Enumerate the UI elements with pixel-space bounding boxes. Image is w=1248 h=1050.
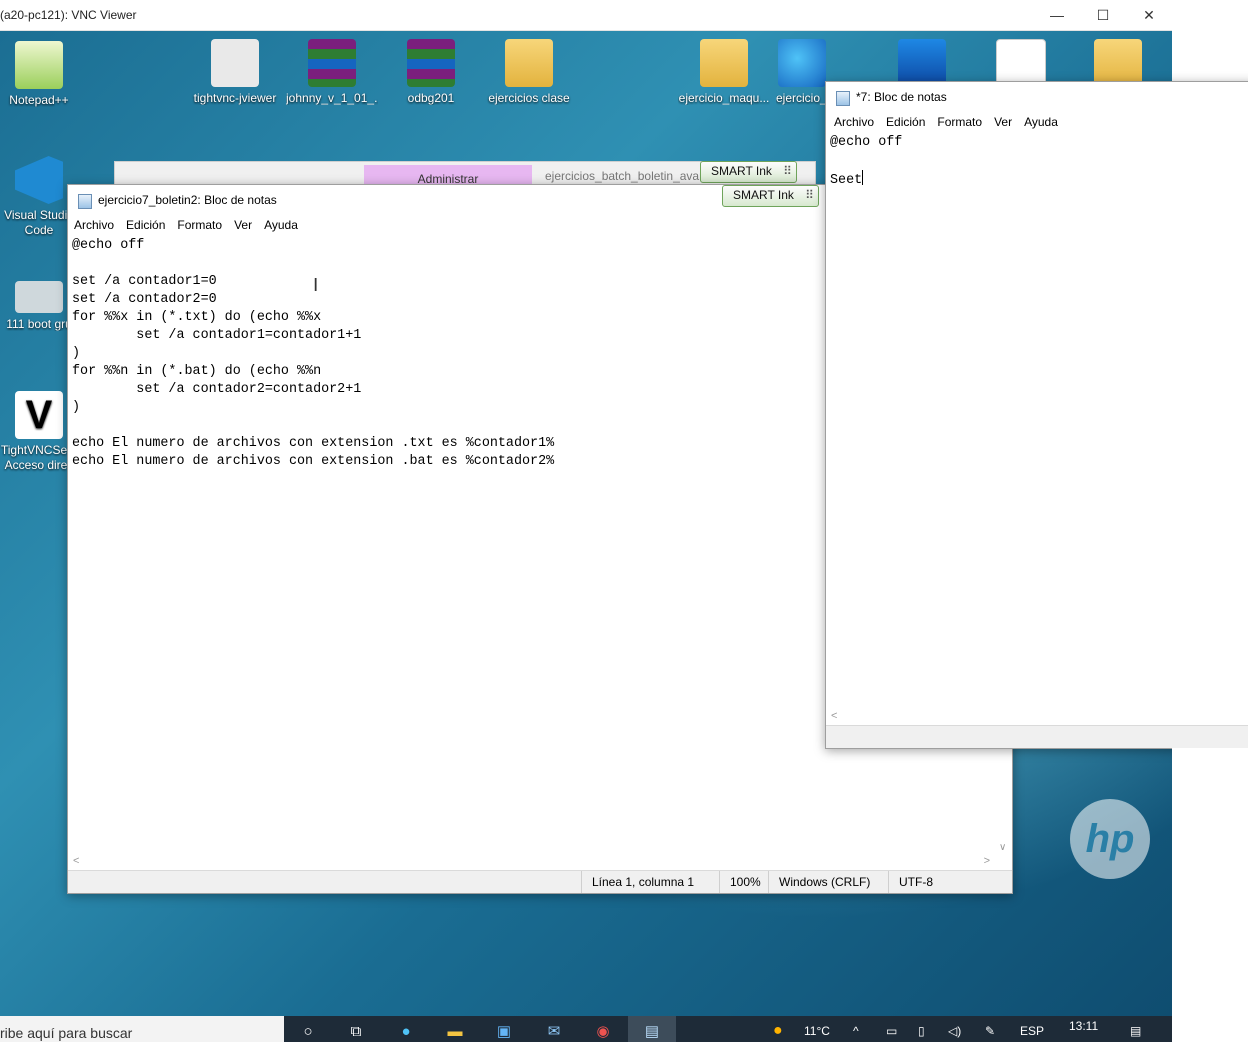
gear-icon xyxy=(15,281,63,313)
text-caret xyxy=(862,170,864,185)
pen-icon[interactable]: ✎ xyxy=(985,1016,995,1042)
notepad-second-status-bar xyxy=(826,725,1248,748)
folder-icon xyxy=(505,39,553,87)
desktop-icon-ejercicios-clase[interactable]: ejercicios clase xyxy=(483,39,575,105)
menu-edicion[interactable]: Edición xyxy=(880,112,931,132)
notepad-icon[interactable]: ▤ xyxy=(628,1016,676,1042)
desktop-icon-ejercicio[interactable]: ejercicio_ xyxy=(776,39,826,105)
maximize-button[interactable]: ☐ xyxy=(1080,0,1126,30)
minimize-button[interactable]: — xyxy=(1034,0,1080,30)
scroll-left-arrow-icon[interactable]: < xyxy=(73,855,79,867)
menu-edicion[interactable]: Edición xyxy=(120,215,171,235)
volume-icon[interactable]: ◁) xyxy=(948,1016,961,1042)
scroll-down-arrow-icon[interactable]: ∨ xyxy=(999,842,1006,853)
desktop-icon-tightvnc-jviewer[interactable]: tightvnc-jviewer xyxy=(189,39,281,105)
chevron-up-icon[interactable]: ^ xyxy=(853,1016,859,1042)
smart-ink-toolbar[interactable]: SMART Ink xyxy=(722,185,819,207)
task-view-icon[interactable]: ⧉ xyxy=(332,1016,380,1042)
status-separator xyxy=(719,871,720,893)
battery-icon[interactable]: ▯ xyxy=(918,1016,925,1042)
menu-ver[interactable]: Ver xyxy=(988,112,1018,132)
folder-icon xyxy=(1094,39,1142,87)
notepad-second-menu-bar: Archivo Edición Formato Ver Ayuda xyxy=(828,112,1248,132)
smart-ink-toolbar[interactable]: SMART Ink xyxy=(700,161,797,183)
tightvnc-icon: V xyxy=(15,391,63,439)
notepad-icon xyxy=(836,91,850,106)
hp-logo: hp xyxy=(1070,799,1150,879)
menu-formato[interactable]: Formato xyxy=(171,215,228,235)
store-icon[interactable]: ▣ xyxy=(480,1016,528,1042)
notepad-second-title-bar[interactable]: *7: Bloc de notas xyxy=(826,82,1248,112)
notepad-second-window: *7: Bloc de notas Archivo Edición Formato V… xyxy=(825,81,1248,749)
desktop-icon-odbg201[interactable]: odbg201 xyxy=(385,39,477,105)
notifications-icon[interactable]: ▤ xyxy=(1130,1016,1141,1042)
notepad-main-title: ejercicio7_boletin2: Bloc de notas xyxy=(98,193,277,207)
taskbar-search-box[interactable]: ribe aquí para buscar xyxy=(0,1016,284,1042)
notepad-second-title: *7: Bloc de notas xyxy=(856,90,947,104)
vnc-outside-area xyxy=(1172,748,1248,1042)
weather-icon[interactable]: ● xyxy=(773,1016,783,1042)
explorer-path: ejercicios_batch_boletin_avan xyxy=(545,169,706,183)
status-separator xyxy=(768,871,769,893)
search-icon[interactable]: ○ xyxy=(284,1016,332,1042)
desktop-icon-johnny[interactable]: johnny_v_1_01_... xyxy=(286,39,378,105)
desktop-icon-notepad-plus-plus[interactable]: Notepad++ xyxy=(0,41,85,107)
text-cursor-icon: I xyxy=(313,275,319,296)
winrar-icon xyxy=(407,39,455,87)
weather-temperature[interactable]: 11°C xyxy=(804,1016,830,1042)
status-position: Línea 1, columna 1 xyxy=(592,875,695,889)
status-separator xyxy=(581,871,582,893)
menu-ayuda[interactable]: Ayuda xyxy=(258,215,304,235)
language-indicator[interactable]: ESP xyxy=(1020,1016,1044,1042)
close-button[interactable]: ✕ xyxy=(1126,0,1172,30)
winrar-icon xyxy=(308,39,356,87)
notepad-icon xyxy=(78,194,92,209)
document-icon xyxy=(898,39,946,87)
desktop-icon-ejercicio-maqu[interactable]: ejercicio_maqu... xyxy=(678,39,770,105)
vnc-window-title: (a20-pc121): VNC Viewer xyxy=(0,8,137,22)
status-separator xyxy=(888,871,889,893)
clock-time[interactable]: 13:11 xyxy=(1069,1016,1098,1042)
chrome-icon[interactable]: ◉ xyxy=(579,1016,627,1042)
edge-icon[interactable]: ● xyxy=(382,1016,430,1042)
menu-archivo[interactable]: Archivo xyxy=(68,215,120,235)
status-encoding: UTF-8 xyxy=(899,875,933,889)
vscode-icon xyxy=(15,156,63,204)
text-line: @echo off xyxy=(830,135,903,150)
menu-ayuda[interactable]: Ayuda xyxy=(1018,112,1064,132)
notepad-second-text-area[interactable]: @echo off Seet xyxy=(830,134,1238,708)
file-explorer-icon[interactable]: ▬ xyxy=(431,1016,479,1042)
edge-icon xyxy=(778,39,826,87)
taskbar: ribe aquí para buscar ○ ⧉ ● ▬ ▣ ✉ ◉ ▤ ● … xyxy=(0,1016,1172,1042)
vnc-title-bar: (a20-pc121): VNC Viewer — ☐ ✕ xyxy=(0,0,1172,31)
status-line-endings: Windows (CRLF) xyxy=(779,875,871,889)
network-icon[interactable]: ▭ xyxy=(886,1016,897,1042)
horizontal-scrollbar[interactable]: < xyxy=(826,708,1248,725)
menu-ver[interactable]: Ver xyxy=(228,215,258,235)
java-icon xyxy=(211,39,259,87)
text-line: Seet xyxy=(830,173,863,188)
folder-icon xyxy=(700,39,748,87)
menu-archivo[interactable]: Archivo xyxy=(828,112,880,132)
scroll-right-arrow-icon[interactable]: > xyxy=(984,855,990,867)
horizontal-scrollbar[interactable]: < > xyxy=(68,853,994,870)
notepad-plus-plus-icon xyxy=(15,41,63,89)
mail-icon[interactable]: ✉ xyxy=(530,1016,578,1042)
status-zoom: 100% xyxy=(730,875,761,889)
menu-formato[interactable]: Formato xyxy=(931,112,988,132)
scroll-left-arrow-icon[interactable]: < xyxy=(831,710,837,722)
notepad-status-bar: Línea 1, columna 1 100% Windows (CRLF) U… xyxy=(68,870,1012,893)
